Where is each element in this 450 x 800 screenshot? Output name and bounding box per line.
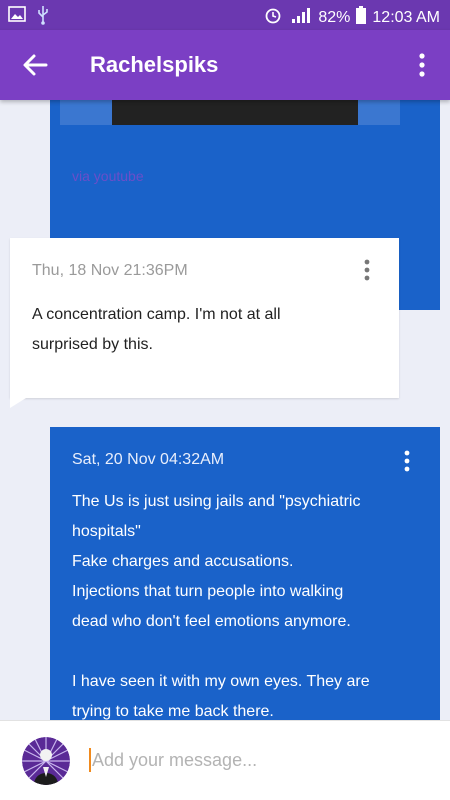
text-cursor (89, 748, 91, 772)
message-line: Injections that turn people into walking (72, 583, 344, 600)
message-line: hospitals" (72, 523, 141, 540)
more-vert-icon (364, 259, 370, 281)
more-vert-icon (404, 450, 410, 472)
alarm-icon (264, 6, 282, 29)
message-text: The Us is just using jails and "psychiat… (72, 487, 422, 720)
avatar[interactable] (22, 737, 70, 785)
signal-icon (288, 6, 312, 29)
message-timestamp: Thu, 18 Nov 21:36PM (32, 262, 188, 279)
back-button[interactable] (20, 50, 50, 80)
battery-percent: 82% (318, 8, 351, 26)
image-icon (8, 5, 26, 30)
message-input[interactable] (92, 743, 432, 777)
message-line: surprised by this. (32, 336, 153, 353)
chat-title: Rachelspiks (90, 52, 219, 77)
message-options-button[interactable] (402, 449, 412, 473)
message-options-button[interactable] (362, 258, 372, 282)
status-bar: 82% 12:03 AM (0, 0, 450, 30)
bubble-tail (424, 200, 440, 214)
bubble-tail (10, 398, 26, 408)
message-bubble-incoming[interactable]: Thu, 18 Nov 21:36PM A concentration camp… (10, 238, 399, 398)
message-line: Fake charges and accusations. (72, 553, 294, 570)
message-text: A concentration camp. I'm not at all sur… (32, 300, 372, 360)
message-line: I have seen it with my own eyes. They ar… (72, 673, 370, 690)
message-line (72, 637, 422, 667)
usb-icon (36, 5, 50, 30)
chat-thread[interactable]: via youtube Thu, 18 Nov 21:36PM A concen… (0, 100, 450, 720)
message-line: trying to take me back there. (72, 703, 274, 720)
more-vert-icon (419, 53, 425, 77)
video-thumbnail[interactable] (60, 100, 400, 125)
battery-icon (356, 6, 367, 29)
clock: 12:03 AM (372, 8, 440, 26)
avatar-icon (22, 737, 70, 785)
youtube-link[interactable]: via youtube (72, 168, 144, 184)
message-line: The Us is just using jails and "psychiat… (72, 493, 361, 510)
app-bar: Rachelspiks (0, 30, 450, 100)
message-line: A concentration camp. I'm not at all (32, 306, 281, 323)
message-bubble-outgoing[interactable]: Sat, 20 Nov 04:32AM The Us is just using… (50, 427, 440, 720)
message-composer (0, 720, 450, 800)
back-arrow-icon (23, 54, 48, 76)
more-options-button[interactable] (414, 50, 430, 80)
message-timestamp: Sat, 20 Nov 04:32AM (72, 451, 225, 468)
message-line: dead who don't feel emotions anymore. (72, 613, 351, 630)
